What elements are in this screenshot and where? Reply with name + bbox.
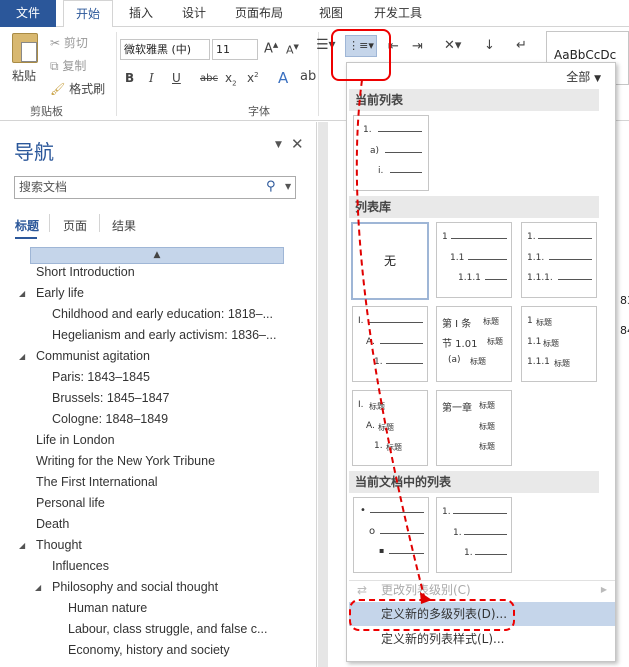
annotation-arrow xyxy=(355,79,432,604)
